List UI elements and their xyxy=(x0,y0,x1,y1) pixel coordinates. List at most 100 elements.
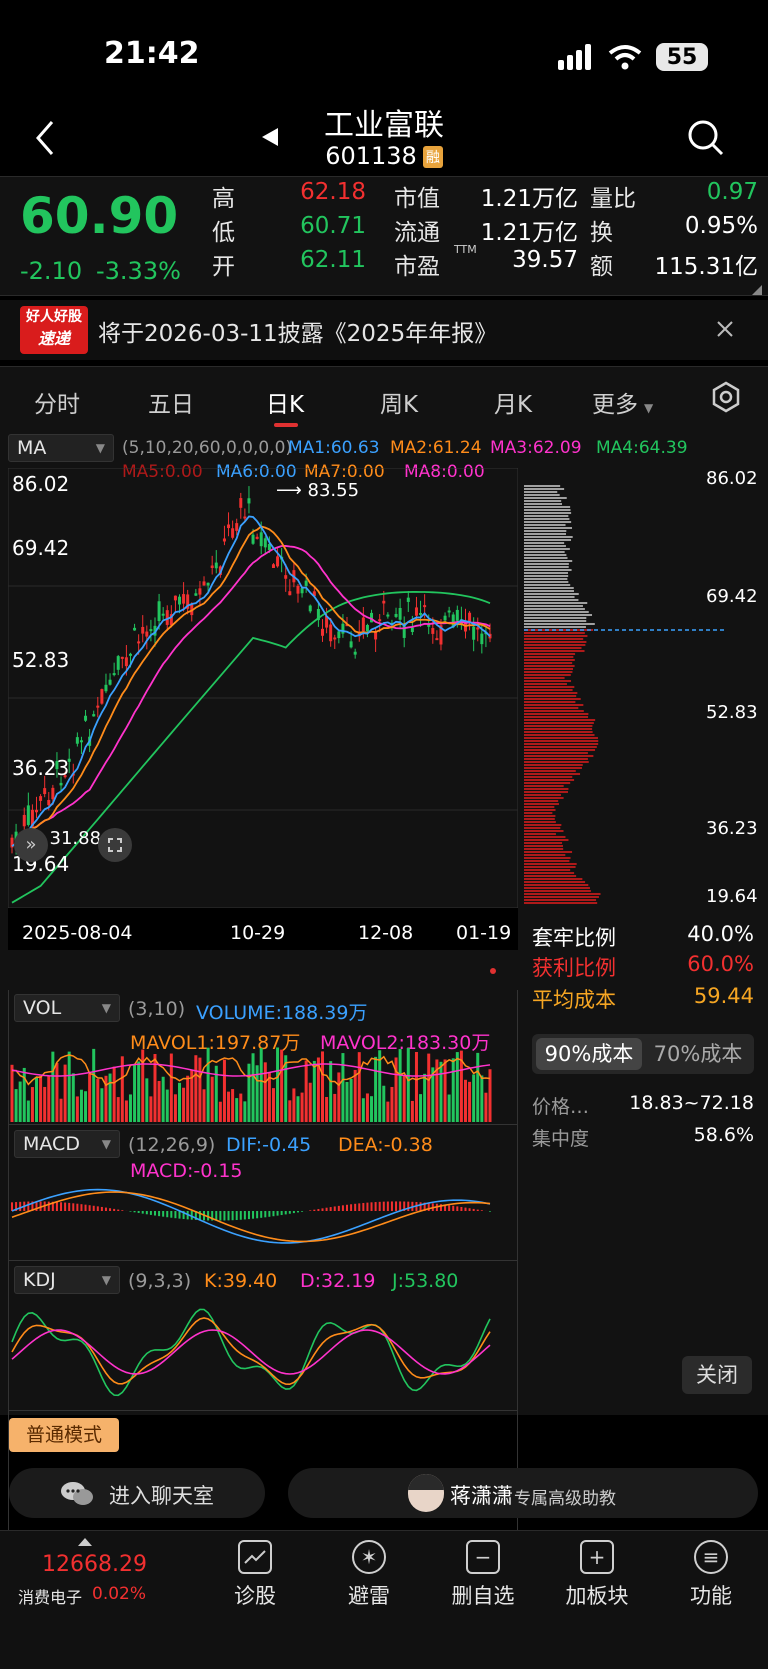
notice-bar[interactable]: 好人好股 速递 将于2026-03-11披露《2025年年报》 xyxy=(0,300,768,360)
candle-body xyxy=(137,641,141,644)
candle-body xyxy=(480,633,484,645)
volume-bar xyxy=(194,1055,198,1122)
candle-body xyxy=(341,623,345,634)
candle-body xyxy=(472,626,476,640)
d-value: D:32.19 xyxy=(300,1270,376,1292)
candle-body xyxy=(251,534,255,544)
candle-body xyxy=(145,631,149,637)
function-button[interactable]: ≡ 功能 xyxy=(666,1540,756,1610)
candle-body xyxy=(276,556,280,567)
volume-bar xyxy=(325,1096,329,1122)
battery-icon: 55 xyxy=(656,43,708,71)
mavol2-line xyxy=(11,1063,491,1077)
chat-icon xyxy=(61,1482,93,1505)
candle-body xyxy=(194,593,198,596)
volume-bar xyxy=(423,1073,427,1122)
volume-bar xyxy=(263,1062,267,1122)
candle-body xyxy=(320,628,324,636)
float-label: 流通 xyxy=(394,220,440,246)
vol-selector[interactable]: VOL xyxy=(14,994,120,1022)
open-label: 开 xyxy=(212,254,235,280)
add-sector-button[interactable]: + 加板块 xyxy=(552,1540,642,1610)
ma2-line xyxy=(11,525,491,847)
close-icon[interactable] xyxy=(716,320,734,338)
mode-button[interactable]: 普通模式 xyxy=(9,1418,119,1452)
volume-bar xyxy=(406,1048,410,1122)
chip-distribution xyxy=(524,485,724,904)
volume-bar xyxy=(353,1069,357,1122)
volume-bar xyxy=(296,1096,300,1122)
vol-params: (3,10) xyxy=(128,998,186,1020)
kdj-chart xyxy=(11,1308,491,1397)
index-value[interactable]: 12668.29 xyxy=(42,1552,147,1577)
candle-body xyxy=(120,656,124,659)
chat-room-button[interactable]: 进入聊天室 xyxy=(9,1468,265,1518)
candle-body xyxy=(47,799,51,806)
volume-bar xyxy=(259,1048,263,1122)
settings-icon[interactable] xyxy=(710,381,742,413)
candles xyxy=(10,486,492,855)
volume-bar xyxy=(484,1092,488,1122)
margin-badge: 融 xyxy=(422,146,443,168)
tab-daily-k[interactable]: 日K xyxy=(266,385,304,419)
kdj-selector[interactable]: KDJ xyxy=(14,1266,120,1294)
volume-bar xyxy=(476,1052,480,1122)
index-change[interactable]: 0.02% xyxy=(92,1584,146,1604)
search-icon[interactable] xyxy=(686,118,726,158)
kline-y-3: 52.83 xyxy=(12,648,70,672)
diagnose-button[interactable]: 诊股 xyxy=(210,1540,300,1610)
volume-bar xyxy=(55,1062,59,1122)
volume-bar xyxy=(63,1064,67,1122)
close-chip-button[interactable]: 关闭 xyxy=(682,1356,752,1394)
ma4-value: MA4:64.39 xyxy=(596,438,688,458)
volume-bar xyxy=(333,1093,337,1122)
volume-bar xyxy=(463,1079,467,1122)
assistant-button[interactable]: 蒋潇潇 专属高级助教 xyxy=(288,1468,758,1518)
volume-bar xyxy=(243,1101,247,1122)
tab-weekly-k[interactable]: 周K xyxy=(380,385,418,419)
candle-body xyxy=(43,788,47,795)
risk-label: 避雷 xyxy=(348,1584,390,1608)
candle-body xyxy=(247,498,251,504)
volume-bar xyxy=(427,1053,431,1122)
candle-body xyxy=(329,624,333,642)
index-name[interactable]: 消费电子 xyxy=(18,1584,82,1608)
volume-bar xyxy=(251,1053,255,1122)
volume-bar xyxy=(198,1057,202,1122)
expand-left-icon[interactable]: » xyxy=(14,828,48,862)
chart-area: MA (5,10,20,60,0,0,0,0) MA1:60.63 MA2:61… xyxy=(0,430,768,1550)
candle-body xyxy=(353,651,357,655)
tab-monthly-k[interactable]: 月K xyxy=(494,385,532,419)
candle-body xyxy=(398,607,402,620)
candle-body xyxy=(227,524,231,529)
volume-bar xyxy=(382,1085,386,1122)
expand-corner-icon[interactable] xyxy=(752,285,762,295)
tab-more-label: 更多 xyxy=(592,392,638,418)
candle-body xyxy=(410,627,414,633)
volume-bar xyxy=(116,1097,120,1122)
volume-bar xyxy=(202,1089,206,1122)
signal-icon xyxy=(558,44,591,70)
cost-70-button[interactable]: 70%成本 xyxy=(646,1038,750,1070)
volume-bar xyxy=(480,1075,484,1122)
volume-bar xyxy=(47,1075,51,1122)
volume-bar xyxy=(18,1081,22,1122)
ma-selector[interactable]: MA xyxy=(8,434,114,462)
candle-body xyxy=(259,532,263,547)
candle-body xyxy=(304,580,308,586)
remove-watchlist-button[interactable]: − 删自选 xyxy=(438,1540,528,1610)
risk-button[interactable]: ✶ 避雷 xyxy=(324,1540,414,1610)
volume-bar xyxy=(365,1093,369,1122)
candle-body xyxy=(100,689,104,704)
notice-logo-top: 好人好股 xyxy=(26,309,82,325)
tab-five-day[interactable]: 五日 xyxy=(148,385,194,419)
candle-body xyxy=(149,629,153,632)
candle-body xyxy=(108,679,112,685)
cost-90-button[interactable]: 90%成本 xyxy=(536,1038,642,1070)
macd-selector[interactable]: MACD xyxy=(14,1130,120,1158)
high-value: 62.18 xyxy=(300,179,366,205)
candle-body xyxy=(361,617,365,632)
tab-intraday[interactable]: 分时 xyxy=(34,385,80,419)
fullscreen-icon[interactable] xyxy=(98,828,132,862)
tab-more[interactable]: 更多 ▼ xyxy=(592,385,653,419)
